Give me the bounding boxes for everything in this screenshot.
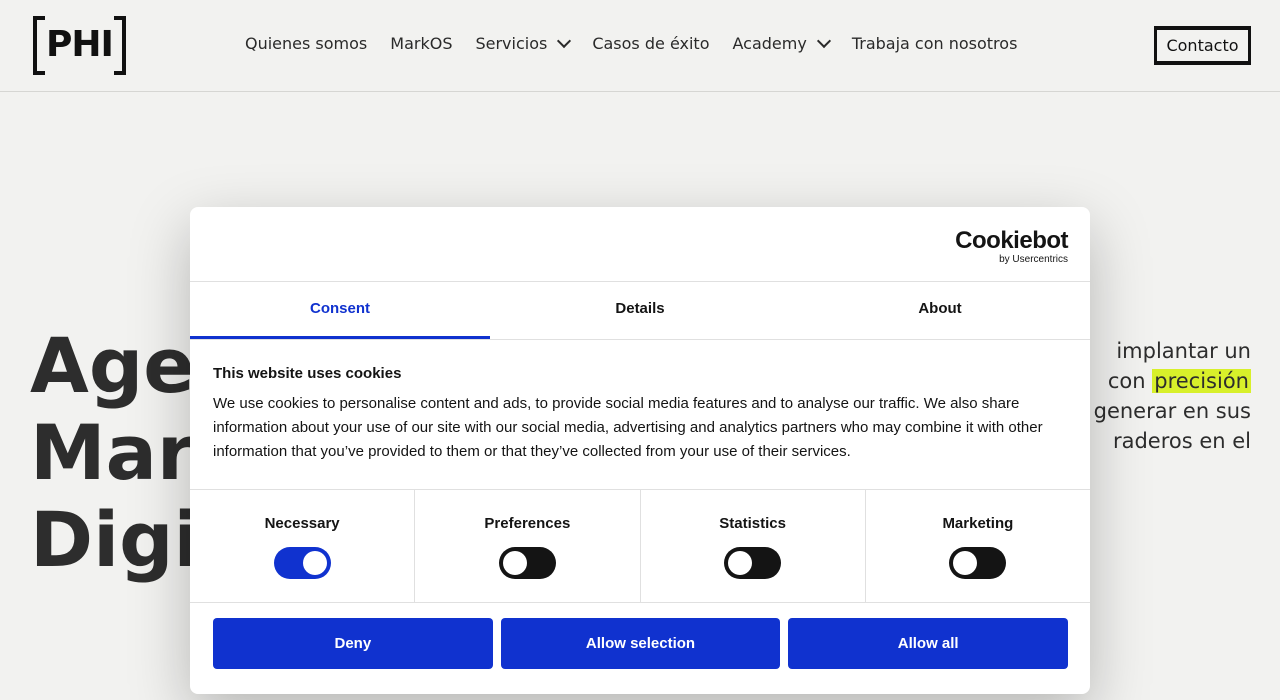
tab-details[interactable]: Details <box>490 282 790 339</box>
category-marketing: Marketing <box>866 490 1090 602</box>
dialog-actions: Deny Allow selection Allow all <box>190 603 1090 669</box>
nav-item-quienes-somos[interactable]: Quienes somos <box>245 34 367 53</box>
category-preferences: Preferences <box>415 490 641 602</box>
toggle-knob <box>728 551 753 575</box>
tab-about[interactable]: About <box>790 282 1090 339</box>
hero-text-word: con <box>1107 369 1146 393</box>
hero-text-line: raderos en el <box>1112 429 1251 453</box>
nav-label: MarkOS <box>390 34 453 53</box>
cookiebot-brand: Cookiebot <box>955 227 1068 254</box>
nav-label: Casos de éxito <box>592 34 710 53</box>
dialog-heading: This website uses cookies <box>213 365 402 382</box>
necessary-toggle[interactable] <box>273 547 331 579</box>
nav-item-markos[interactable]: MarkOS <box>390 34 452 53</box>
preferences-toggle[interactable] <box>498 547 556 579</box>
allow-selection-button[interactable]: Allow selection <box>500 618 781 669</box>
category-label: Necessary <box>264 515 340 532</box>
statistics-toggle[interactable] <box>724 547 782 579</box>
contact-button[interactable]: Contacto <box>1154 26 1251 65</box>
tab-consent[interactable]: Consent <box>190 282 490 339</box>
cookiebot-brand-sub: by Usercentrics <box>999 254 1068 265</box>
nav-item-trabaja-con-nosotros[interactable]: Trabaja con nosotros <box>852 34 1018 53</box>
toggle-knob <box>502 551 527 575</box>
logo-right-bracket <box>114 16 126 75</box>
category-label: Preferences <box>484 515 571 532</box>
nav-item-academy[interactable]: Academy <box>732 33 831 53</box>
nav-label: Quienes somos <box>245 34 368 53</box>
marketing-toggle[interactable] <box>949 547 1007 579</box>
category-label: Marketing <box>942 515 1014 532</box>
hero-description: implantar un con precisión generar en su… <box>1080 336 1251 456</box>
dialog-tabs: Consent Details About <box>190 282 1090 340</box>
category-statistics: Statistics <box>641 490 866 602</box>
cookie-consent-dialog: Cookiebot by Usercentrics Consent Detail… <box>190 207 1090 694</box>
dialog-description: We use cookies to personalise content an… <box>213 395 1043 460</box>
nav-label: Academy <box>732 34 807 53</box>
dialog-body: This website uses cookies We use cookies… <box>190 340 1090 490</box>
chevron-down-icon <box>816 33 831 49</box>
main-nav: Quienes somos MarkOS Servicios Casos de … <box>245 33 1040 53</box>
category-label: Statistics <box>719 515 786 532</box>
allow-all-button[interactable]: Allow all <box>788 618 1069 669</box>
toggle-knob <box>953 551 978 575</box>
dialog-header: Cookiebot by Usercentrics <box>190 207 1090 282</box>
deny-button[interactable]: Deny <box>213 618 493 669</box>
nav-label: Trabaja con nosotros <box>851 34 1018 53</box>
nav-label: Servicios <box>475 34 548 53</box>
hero-text-line-2: con precisión <box>1080 366 1251 396</box>
hero-highlight: precisión <box>1152 369 1251 393</box>
phi-logo[interactable]: PHI <box>33 16 126 75</box>
hero-text-line: generar en sus <box>1093 399 1251 423</box>
category-necessary: Necessary <box>190 490 416 602</box>
chevron-down-icon <box>557 33 572 49</box>
toggle-knob <box>302 551 327 575</box>
nav-item-casos-de-exito[interactable]: Casos de éxito <box>592 34 709 53</box>
logo-text: PHI <box>46 24 114 65</box>
consent-categories: Necessary Preferences Statistics Marketi… <box>190 490 1090 603</box>
hero-text-line: implantar un <box>1116 339 1251 363</box>
cookiebot-logo[interactable]: Cookiebot by Usercentrics <box>955 227 1068 266</box>
site-header: PHI Quienes somos MarkOS Servicios Casos… <box>0 0 1280 92</box>
nav-item-servicios[interactable]: Servicios <box>475 33 572 53</box>
